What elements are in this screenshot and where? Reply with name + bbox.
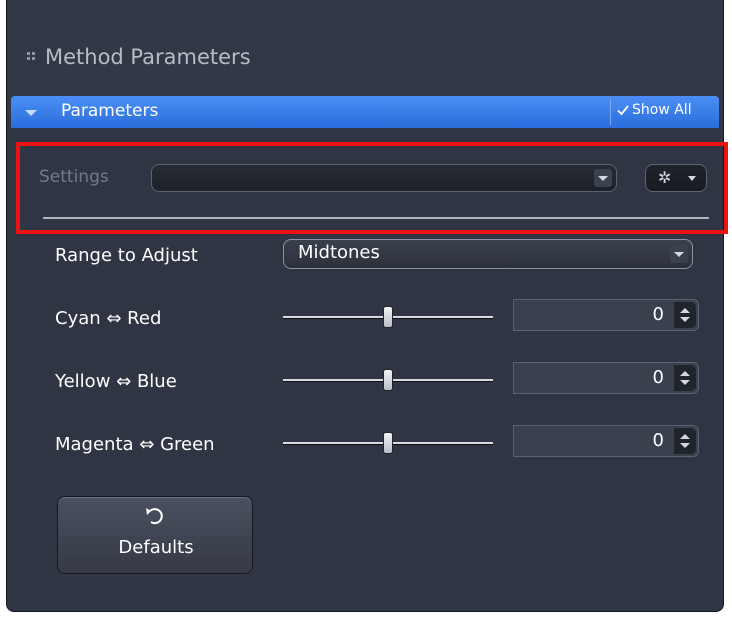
grip-icon[interactable] <box>27 52 37 62</box>
slider-handle[interactable] <box>383 369 393 391</box>
magenta-green-value-field[interactable]: 0 <box>513 425 699 457</box>
range-selected-value: Midtones <box>298 242 380 263</box>
defaults-label: Defaults <box>118 537 194 558</box>
header-divider <box>610 99 611 125</box>
magenta-green-value: 0 <box>652 430 664 451</box>
yellow-blue-value-field[interactable]: 0 <box>513 362 699 394</box>
magenta-green-slider[interactable] <box>283 432 493 456</box>
slider-handle[interactable] <box>383 306 393 328</box>
dropdown-arrow-icon[interactable] <box>670 245 688 263</box>
yellow-blue-slider[interactable] <box>283 369 493 393</box>
range-to-adjust-label: Range to Adjust <box>55 245 198 266</box>
cyan-red-value-field[interactable]: 0 <box>513 299 699 331</box>
spinner-arrows-icon[interactable] <box>674 365 696 391</box>
highlight-rectangle <box>16 142 728 234</box>
show-all-label: Show All <box>632 102 692 118</box>
collapse-triangle-icon[interactable] <box>25 110 37 116</box>
spinner-arrows-icon[interactable] <box>674 302 696 328</box>
cyan-red-value: 0 <box>652 304 664 325</box>
method-parameters-panel: Method Parameters Parameters Show All Se… <box>6 0 724 612</box>
magenta-green-label: Magenta ⇔ Green <box>55 434 215 455</box>
slider-handle[interactable] <box>383 432 393 454</box>
panel-title: Method Parameters <box>45 45 251 69</box>
section-title: Parameters <box>61 101 159 121</box>
cyan-red-slider[interactable] <box>283 306 493 330</box>
yellow-blue-value: 0 <box>652 367 664 388</box>
range-to-adjust-dropdown[interactable]: Midtones <box>283 239 693 269</box>
spinner-arrows-icon[interactable] <box>674 428 696 454</box>
undo-icon <box>146 508 163 525</box>
cyan-red-label: Cyan ⇔ Red <box>55 308 162 329</box>
parameters-section-header[interactable]: Parameters Show All <box>11 96 719 128</box>
show-all-toggle[interactable]: Show All <box>617 102 692 118</box>
yellow-blue-label: Yellow ⇔ Blue <box>55 371 177 392</box>
defaults-button[interactable]: Defaults <box>57 496 253 574</box>
checkmark-icon <box>617 105 629 116</box>
